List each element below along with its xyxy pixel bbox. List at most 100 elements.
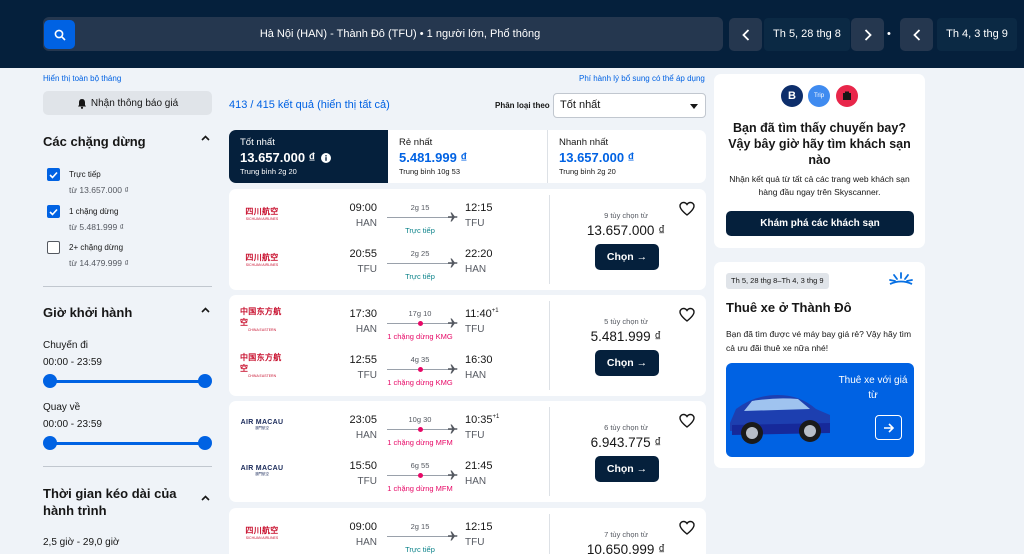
arrival-airport: TFU: [465, 324, 485, 335]
card-divider: [549, 301, 550, 390]
departure-time: 09:00: [349, 202, 377, 214]
sort-label: Phân loại theo: [495, 101, 550, 110]
divider: [43, 466, 212, 467]
results-count[interactable]: 413 / 415 kết quả (hiển thị tất cả): [229, 99, 390, 111]
booking-logo: B: [781, 85, 803, 107]
return-slider-min-handle[interactable]: [43, 436, 57, 450]
flight-card[interactable]: 四川航空 SICHUAN AIRLINES 09:00 HAN 2g 15 Trực ti…: [229, 508, 706, 554]
price-alert-button[interactable]: Nhận thông báo giá: [43, 91, 212, 115]
arrival-time: 12:15: [465, 202, 493, 214]
car-hire-banner[interactable]: Thuê xe với giá từ: [726, 363, 914, 457]
airline-logo-text: 中国东方航空: [240, 353, 282, 373]
tab-best-price-row: 13.657.000 ₫: [240, 150, 377, 165]
duration-toggle[interactable]: [201, 495, 210, 501]
select-flight-button[interactable]: Chọn →: [595, 456, 659, 482]
duration-title: Thời gian kéo dài của hành trình: [43, 486, 177, 518]
search-button[interactable]: [44, 20, 75, 49]
stop-direct-checkbox[interactable]: [47, 168, 60, 181]
tab-cheapest-sub: Trung bình 10g 53: [399, 167, 461, 176]
search-icon: [54, 29, 66, 41]
heart-icon[interactable]: [679, 307, 695, 323]
airline-logo-text: 四川航空: [245, 206, 279, 216]
chevron-left-icon: [912, 28, 920, 41]
airline-logo-sub: SICHUAN AIRLINES: [245, 262, 279, 267]
stop-dot: [418, 367, 423, 372]
car-hire-go-button[interactable]: [875, 415, 902, 440]
airline-logo-sub: SICHUAN AIRLINES: [245, 216, 279, 221]
airline-logo-text: 四川航空: [245, 525, 279, 535]
outbound-range: 00:00 - 23:59: [43, 357, 102, 368]
heart-icon[interactable]: [679, 520, 695, 536]
heart-icon[interactable]: [679, 413, 695, 429]
stop-direct-price: từ 13.657.000 ₫: [69, 185, 129, 195]
day-offset: +1: [491, 308, 499, 314]
leg-duration: 6g 55: [410, 461, 430, 470]
return-slider-max-handle[interactable]: [198, 436, 212, 450]
sort-select[interactable]: Tốt nhất: [553, 93, 706, 118]
flight-card[interactable]: 四川航空 SICHUAN AIRLINES 09:00 HAN 2g 15 Trực ti…: [229, 189, 706, 290]
departure-airport: HAN: [355, 537, 377, 548]
departure-time-toggle[interactable]: [201, 307, 210, 313]
divider: [43, 286, 212, 287]
sort-value: Tốt nhất: [560, 99, 601, 111]
search-summary-text[interactable]: Hà Nội (HAN) - Thành Đô (TFU) • 1 người …: [80, 17, 720, 51]
tab-fastest-title: Nhanh nhất: [559, 137, 609, 148]
arrival-time-value: 12:15: [465, 202, 493, 214]
select-flight-button[interactable]: Chọn →: [595, 350, 659, 376]
stop-two-plus-checkbox[interactable]: [47, 241, 60, 254]
route-line: [387, 217, 453, 218]
return-date[interactable]: Th 4, 3 thg 9: [937, 18, 1017, 51]
baggage-fee-link[interactable]: Phí hành lý bổ sung có thể áp dụng: [579, 74, 705, 83]
info-icon[interactable]: [321, 152, 332, 163]
stop-one-checkbox[interactable]: [47, 205, 60, 218]
card-divider: [549, 407, 550, 496]
explore-hotels-button[interactable]: Khám phá các khách sạn: [726, 211, 914, 236]
leg-duration: 17g 10: [408, 309, 432, 318]
stop-dot: [418, 473, 423, 478]
sun-logo-icon: [889, 272, 913, 285]
outbound-slider-min-handle[interactable]: [43, 374, 57, 388]
airline-logo: AIR MACAU 澳門航空: [240, 463, 284, 479]
departure-airport: TFU: [357, 476, 377, 487]
flight-card[interactable]: 中国东方航空 CHINA EASTERN 17:30 HAN 17g 10 1 chặng…: [229, 295, 706, 396]
hotel-promo-title: Bạn đã tìm thấy chuyến bay? Vậy bây giờ …: [728, 121, 911, 167]
airline-logo-sub: CHINA EASTERN: [247, 328, 277, 332]
departure-time: 12:55: [349, 354, 377, 366]
airline-logo: 四川航空 SICHUAN AIRLINES: [240, 251, 284, 267]
stop-info: 1 chặng dừng MFM: [387, 484, 453, 493]
flight-card[interactable]: AIR MACAU 澳門航空 23:05 HAN 10g 30 1 chặng dừng …: [229, 401, 706, 502]
airline-logo: 中国东方航空 CHINA EASTERN: [240, 307, 284, 332]
arrival-airport: TFU: [465, 218, 485, 229]
departure-time: 23:05: [349, 414, 377, 426]
airline-logo-text: AIR MACAU: [240, 419, 284, 426]
date-separator: •: [887, 28, 891, 40]
car-hire-title: Thuê xe ở Thành Đô: [726, 300, 852, 315]
deals-count: 9 tùy chọn từ: [604, 211, 648, 220]
check-icon: [49, 171, 58, 179]
outbound-slider-max-handle[interactable]: [198, 374, 212, 388]
heart-icon[interactable]: [679, 201, 695, 217]
prev-depart-date-button[interactable]: [729, 18, 762, 51]
airline-logo: 四川航空 SICHUAN AIRLINES: [240, 524, 284, 540]
prev-return-date-button[interactable]: [900, 18, 933, 51]
tab-fastest[interactable]: Nhanh nhất 13.657.000 ₫ Trung bình 2g 20: [548, 130, 706, 183]
flight-price: 10.650.999 ₫: [586, 542, 666, 554]
chevron-up-icon: [201, 135, 210, 141]
next-depart-date-button[interactable]: [851, 18, 884, 51]
departure-airport: HAN: [355, 324, 377, 335]
plane-icon: [448, 531, 458, 541]
depart-date[interactable]: Th 5, 28 thg 8: [764, 18, 850, 51]
arrival-time-value: 16:30: [465, 354, 493, 366]
deals-count: 7 tùy chọn từ: [604, 530, 648, 539]
stops-filter-toggle[interactable]: [201, 135, 210, 141]
outbound-slider-track: [50, 380, 205, 383]
show-whole-month-link[interactable]: Hiển thị toàn bộ tháng: [43, 74, 121, 83]
select-flight-button[interactable]: Chọn →: [595, 244, 659, 270]
plane-icon: [448, 318, 458, 328]
check-icon: [49, 208, 58, 216]
tab-fastest-price: 13.657.000 ₫: [559, 150, 635, 165]
tab-cheapest[interactable]: Rẻ nhất 5.481.999 ₫ Trung bình 10g 53: [388, 130, 548, 183]
departure-time: 17:30: [349, 308, 377, 320]
airline-logo-text: AIR MACAU: [240, 465, 284, 472]
tab-best[interactable]: Tốt nhất 13.657.000 ₫ Trung bình 2g 20: [229, 130, 388, 183]
